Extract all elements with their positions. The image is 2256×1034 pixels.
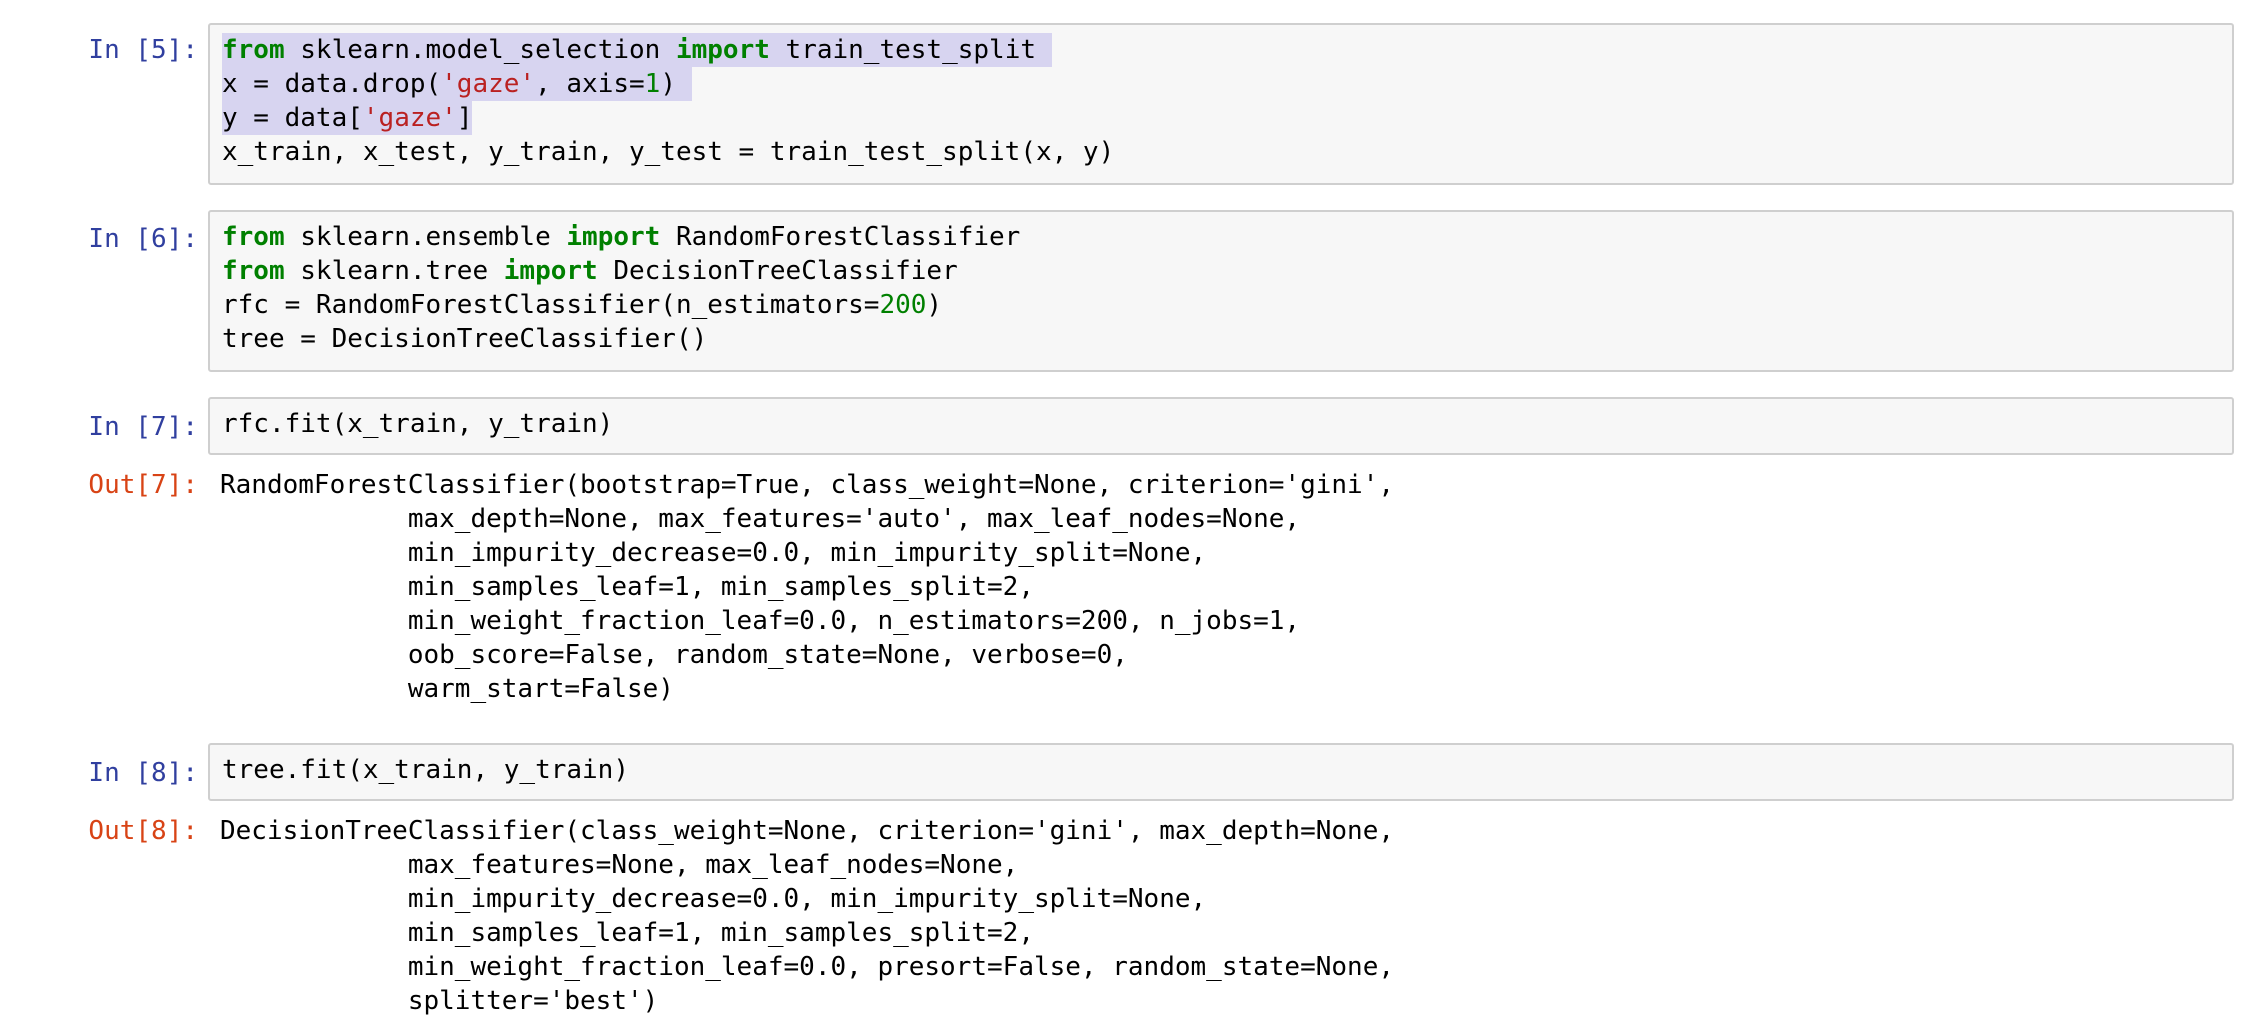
output-line: DecisionTreeClassifier(class_weight=None…	[220, 816, 1394, 846]
notebook: In [5]: from sklearn.model_selection imp…	[0, 0, 2256, 1034]
code-line: tree = DecisionTreeClassifier()	[222, 322, 2232, 356]
number-token: 200	[879, 290, 927, 320]
code-line: rfc = RandomForestClassifier(n_estimator…	[222, 288, 2232, 322]
code-line: x = data.drop('gaze', axis=1)	[222, 67, 2232, 101]
text-selection: y = data['gaze']	[222, 101, 473, 135]
output-line: min_samples_leaf=1, min_samples_split=2,	[220, 918, 1034, 948]
code-token: rfc.fit(x_train, y_train)	[222, 409, 614, 439]
code-line: y = data['gaze']	[222, 101, 2232, 135]
code-token: )	[660, 69, 692, 99]
code-token: DecisionTreeClassifier	[597, 256, 958, 286]
keyword-token: from	[222, 35, 285, 65]
code-token: sklearn.model_selection	[284, 35, 676, 65]
code-token: , axis=	[535, 69, 645, 99]
code-line: from sklearn.model_selection import trai…	[222, 33, 2232, 67]
code-line: from sklearn.ensemble import RandomFores…	[222, 220, 2232, 254]
input-prompt: In [6]:	[88, 224, 198, 254]
keyword-token: from	[222, 256, 285, 286]
keyword-token: import	[503, 256, 598, 286]
output-line: max_features=None, max_leaf_nodes=None,	[220, 850, 1019, 880]
code-token: tree = DecisionTreeClassifier()	[222, 324, 708, 354]
output-prompt: Out[8]:	[88, 816, 198, 846]
text-selection: x = data.drop('gaze', axis=1)	[222, 67, 692, 101]
input-prompt: In [8]:	[88, 758, 198, 788]
code-cell-input[interactable]: from sklearn.ensemble import RandomFores…	[208, 210, 2234, 372]
code-token: tree.fit(x_train, y_train)	[222, 755, 629, 785]
output-line: min_impurity_decrease=0.0, min_impurity_…	[220, 538, 1207, 568]
code-token: x = data.drop(	[222, 69, 442, 99]
code-cell-output: RandomForestClassifier(bootstrap=True, c…	[220, 468, 2220, 706]
text-selection: from sklearn.model_selection import trai…	[222, 33, 1052, 67]
keyword-token: import	[675, 35, 770, 65]
output-line: splitter='best')	[220, 986, 659, 1016]
code-line: tree.fit(x_train, y_train)	[222, 753, 2232, 787]
input-prompt: In [5]:	[88, 35, 198, 65]
output-line: min_weight_fraction_leaf=0.0, presort=Fa…	[220, 952, 1394, 982]
output-line: min_impurity_decrease=0.0, min_impurity_…	[220, 884, 1207, 914]
code-cell-output: DecisionTreeClassifier(class_weight=None…	[220, 814, 2220, 1018]
code-line: from sklearn.tree import DecisionTreeCla…	[222, 254, 2232, 288]
input-prompt: In [7]:	[88, 412, 198, 442]
code-token: train_test_split	[769, 35, 1052, 65]
output-line: max_depth=None, max_features='auto', max…	[220, 504, 1301, 534]
code-token: RandomForestClassifier	[660, 222, 1021, 252]
code-token: ]	[456, 103, 473, 133]
output-line: oob_score=False, random_state=None, verb…	[220, 640, 1128, 670]
code-token: x_train, x_test, y_train, y_test = train…	[222, 137, 1115, 167]
keyword-token: from	[222, 222, 285, 252]
string-token: 'gaze'	[362, 103, 457, 133]
code-line: x_train, x_test, y_train, y_test = train…	[222, 135, 2232, 169]
number-token: 1	[644, 69, 661, 99]
output-prompt: Out[7]:	[88, 470, 198, 500]
code-cell-input[interactable]: rfc.fit(x_train, y_train)	[208, 397, 2234, 455]
code-token: )	[926, 290, 943, 320]
code-token: rfc = RandomForestClassifier(n_estimator…	[222, 290, 880, 320]
code-token: sklearn.tree	[284, 256, 504, 286]
string-token: 'gaze'	[441, 69, 536, 99]
output-line: min_weight_fraction_leaf=0.0, n_estimato…	[220, 606, 1301, 636]
code-cell-input[interactable]: tree.fit(x_train, y_train)	[208, 743, 2234, 801]
output-line: RandomForestClassifier(bootstrap=True, c…	[220, 470, 1394, 500]
code-cell-input[interactable]: from sklearn.model_selection import trai…	[208, 23, 2234, 185]
output-line: min_samples_leaf=1, min_samples_split=2,	[220, 572, 1034, 602]
code-line: rfc.fit(x_train, y_train)	[222, 407, 2232, 441]
code-token: y = data[	[222, 103, 363, 133]
keyword-token: import	[566, 222, 661, 252]
code-token: sklearn.ensemble	[284, 222, 567, 252]
output-line: warm_start=False)	[220, 674, 674, 704]
